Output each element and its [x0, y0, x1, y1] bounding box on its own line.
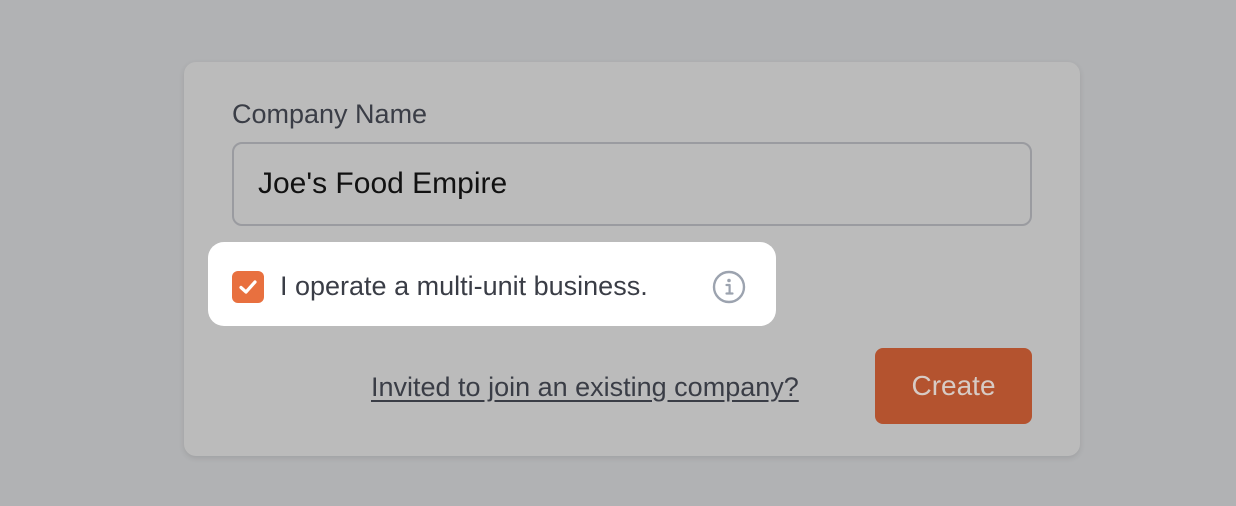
multi-unit-label[interactable]: I operate a multi-unit business. — [280, 270, 648, 302]
multi-unit-checkbox[interactable] — [232, 271, 264, 303]
info-icon[interactable] — [712, 270, 746, 304]
create-button[interactable]: Create — [875, 348, 1032, 424]
company-name-label: Company Name — [232, 99, 428, 129]
multi-unit-highlight: I operate a multi-unit business. — [208, 242, 776, 326]
check-icon — [239, 280, 257, 294]
company-name-input[interactable] — [232, 142, 1032, 226]
invite-existing-company-link[interactable]: Invited to join an existing company? — [371, 371, 799, 403]
